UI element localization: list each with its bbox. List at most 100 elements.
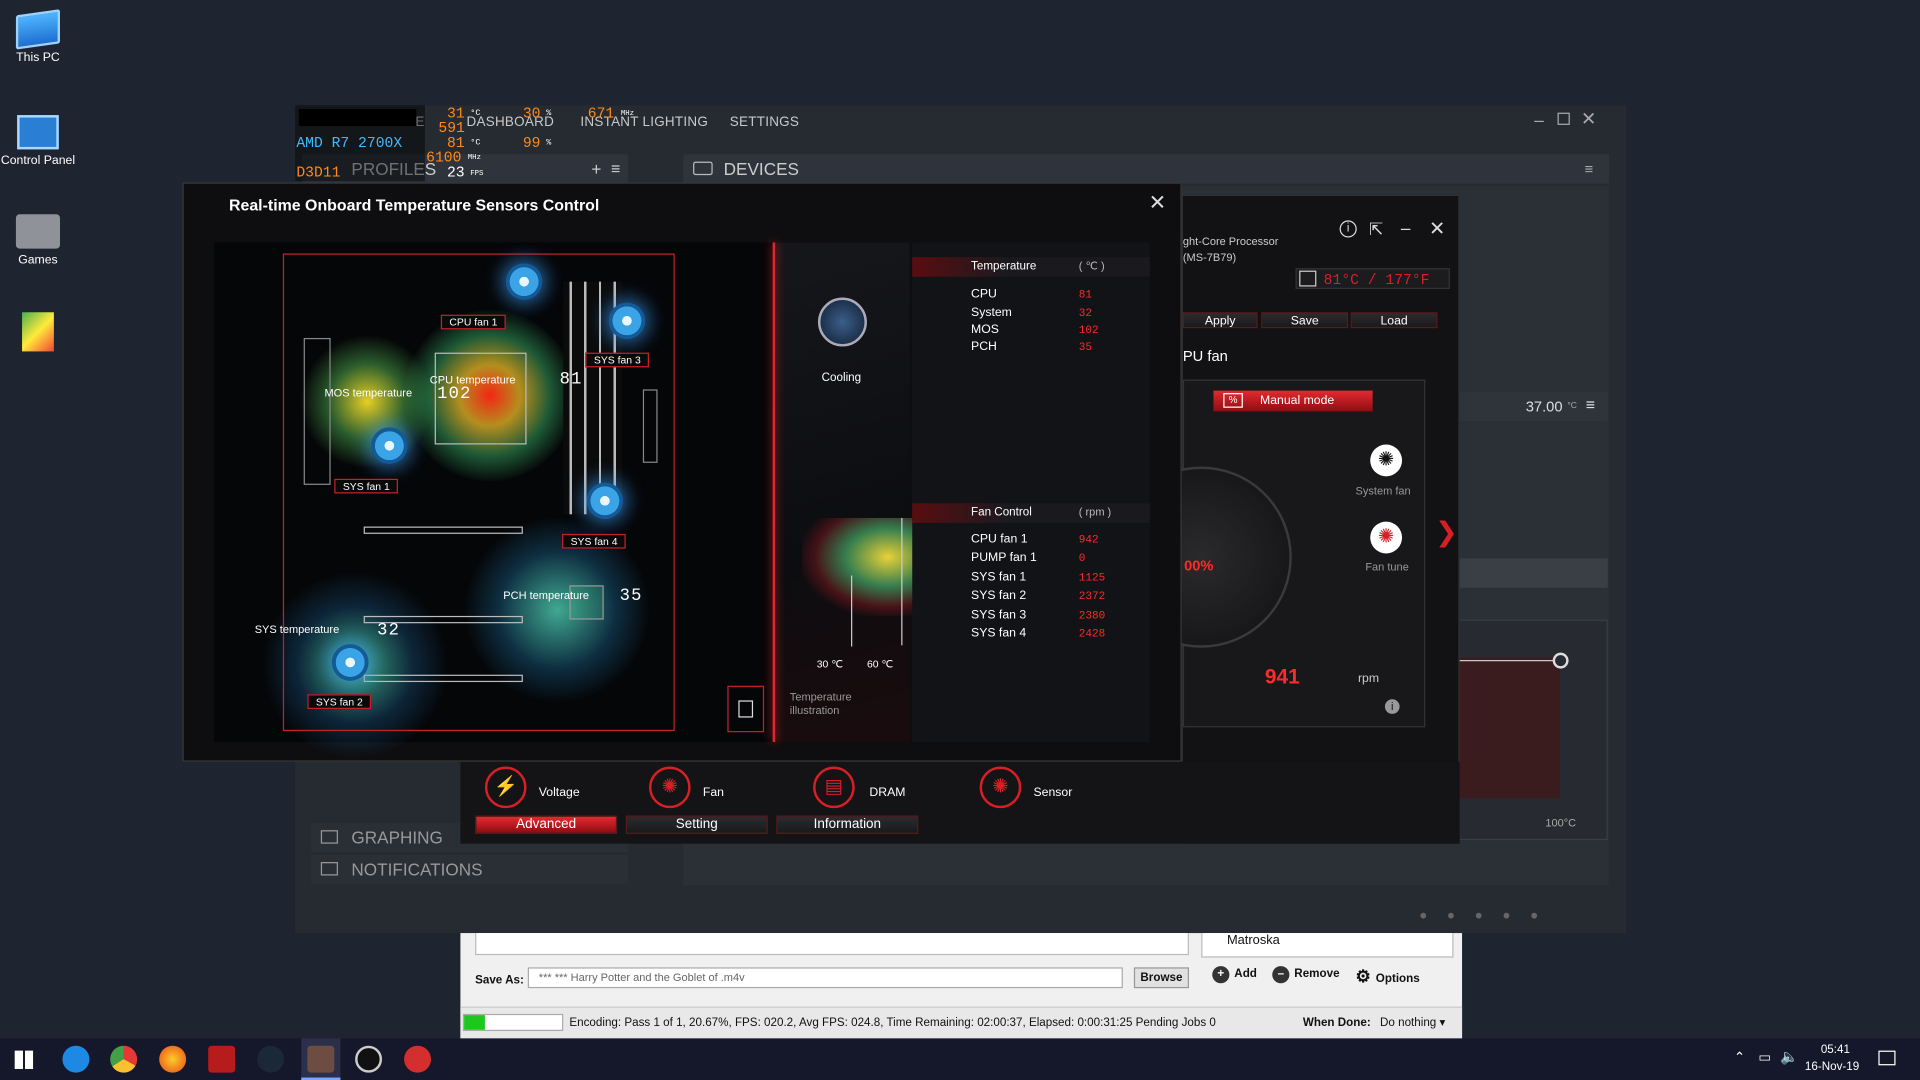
edit-icon[interactable] (1299, 270, 1317, 287)
desktop-icon-games[interactable]: Games (0, 214, 76, 267)
msi-afterburner-icon[interactable] (208, 1045, 236, 1073)
save-button[interactable]: Save (1261, 312, 1349, 329)
folder-icon (15, 214, 61, 249)
dialog-title: Real-time Onboard Temperature Sensors Co… (228, 195, 600, 215)
presets-list[interactable]: Matroska (1201, 933, 1454, 958)
sys-fan1-icon[interactable] (371, 427, 408, 465)
fan-val: 2372 (1078, 590, 1106, 603)
devices-label: DEVICES (723, 159, 799, 179)
add-profile-icon[interactable]: + (591, 154, 601, 183)
add-button[interactable]: + Add (1212, 966, 1257, 984)
remove-button[interactable]: – Remove (1272, 966, 1340, 984)
minimize-icon[interactable]: – (1534, 110, 1544, 130)
firefox-icon[interactable] (159, 1045, 187, 1073)
clock-date[interactable]: 16-Nov-19 (1805, 1060, 1859, 1073)
osd-unit: MHz (620, 108, 635, 118)
fan-header: Fan Control (971, 505, 1032, 520)
information-button[interactable]: Information (776, 815, 919, 834)
voltage-icon[interactable]: ⚡ (484, 766, 527, 809)
volume-icon[interactable]: 🔈 (1780, 1048, 1798, 1065)
temp-value: 37.00 (1525, 397, 1563, 416)
log-box (475, 933, 1189, 956)
sys-fan3-tag: SYS fan 3 (585, 352, 650, 368)
sys-temp-value: 32 (377, 620, 401, 641)
notifications-icon[interactable] (1878, 1050, 1896, 1066)
edge-icon[interactable] (62, 1045, 90, 1073)
fan-row: SYS fan 3 (971, 608, 1027, 623)
cooling-icon[interactable] (817, 297, 867, 347)
social-icons[interactable]: ●●●●● (1419, 909, 1558, 924)
close-icon[interactable]: ✕ (1429, 217, 1445, 241)
keyboard-icon (693, 161, 713, 176)
when-done-select[interactable]: Do nothing ▾ (1380, 1016, 1445, 1029)
taskbar-app-active[interactable] (301, 1038, 341, 1080)
menu-icon[interactable]: ≡ (1586, 396, 1595, 414)
setting-button[interactable]: Setting (625, 815, 768, 834)
processor-label: ght-Core Processor (1182, 235, 1279, 248)
info-icon[interactable]: i (1339, 220, 1357, 238)
fan-panel: % Manual mode 00% 941 rpm i ✺ System fan… (1110, 379, 1426, 728)
chrome-icon[interactable] (110, 1045, 138, 1073)
minimize-icon[interactable]: – (1401, 218, 1411, 238)
fan-val: 942 (1078, 533, 1099, 547)
clock-time[interactable]: 05:41 (1821, 1043, 1850, 1056)
nav-settings[interactable]: SETTINGS (730, 115, 799, 130)
info-icon[interactable]: i (1384, 699, 1400, 714)
temp-header: Temperature (971, 259, 1037, 274)
advanced-button[interactable]: Advanced (475, 815, 618, 834)
menu-icon[interactable]: ≡ (1585, 154, 1594, 183)
desktop-icon-control-panel[interactable]: Control Panel (0, 115, 76, 168)
network-icon[interactable]: ▭ (1758, 1049, 1771, 1066)
dram-icon[interactable]: ▤ (813, 766, 855, 809)
graph-icon (320, 830, 338, 844)
menu-icon[interactable]: ≡ (611, 154, 620, 183)
preset-matroska[interactable]: Matroska (1227, 933, 1280, 948)
curve-line (1459, 660, 1561, 662)
fan-tune-icon[interactable]: ✺ (1370, 521, 1403, 554)
load-button[interactable]: Load (1350, 312, 1438, 329)
temp-unit: °C (1567, 401, 1577, 411)
notifications-header[interactable]: NOTIFICATIONS (311, 854, 629, 885)
resize-icon[interactable]: ⇱ (1369, 219, 1383, 240)
sys-fan4-icon[interactable] (586, 482, 624, 520)
curve-handle[interactable] (1552, 652, 1569, 669)
rpm-unit: rpm (1357, 672, 1380, 686)
temp-row: 37.00 °C ≡ (1458, 391, 1608, 422)
windows-start-icon[interactable] (14, 1050, 34, 1069)
chevron-up-icon[interactable]: ⌃ (1734, 1049, 1745, 1066)
fan-row: SYS fan 1 (971, 570, 1027, 585)
sys-fan2-icon[interactable] (331, 644, 369, 681)
graphing-label: GRAPHING (351, 827, 443, 848)
sys-fan3-icon[interactable] (608, 302, 646, 340)
fan-curve-graph[interactable]: 100°C (1458, 619, 1608, 841)
close-icon[interactable]: ✕ (1581, 108, 1596, 130)
save-as-label: Save As: (475, 973, 524, 987)
system-fan-icon[interactable]: ✺ (1370, 444, 1403, 477)
save-as-input[interactable]: *** *** Harry Potter and the Goblet of .… (527, 967, 1123, 989)
cpu-fan1-icon[interactable] (505, 263, 543, 301)
remove-icon: – (1272, 966, 1290, 984)
chevron-right-icon[interactable]: ❯ (1435, 517, 1458, 549)
desktop-icon-this-pc[interactable]: This PC (0, 9, 76, 65)
msi-dragon-center-icon[interactable] (404, 1045, 432, 1073)
desktop-icon-map[interactable] (0, 312, 76, 356)
readings-table: Temperature ( ℃ ) CPU 81 System 32 MOS 1… (912, 242, 1150, 743)
fan-row: SYS fan 4 (971, 626, 1027, 641)
browse-button[interactable]: Browse (1133, 967, 1189, 989)
pch-temp-label: PCH temperature (503, 588, 590, 602)
close-icon[interactable]: ✕ (1149, 191, 1166, 215)
maximize-icon[interactable] (1557, 112, 1570, 125)
icue-icon[interactable] (355, 1045, 383, 1073)
legend-border (772, 242, 776, 743)
illustration-button[interactable] (727, 685, 765, 733)
manual-mode-button[interactable]: % Manual mode (1213, 390, 1373, 412)
sys-temp-label: SYS temperature (254, 623, 340, 636)
sensor-icon[interactable]: ✺ (979, 766, 1022, 809)
osd-api: D3D11 (296, 164, 341, 182)
fan-val: 0 (1078, 552, 1086, 565)
fan-icon[interactable]: ✺ (648, 766, 691, 809)
options-button[interactable]: ⚙ Options (1356, 966, 1420, 987)
apply-button[interactable]: Apply (1182, 312, 1258, 329)
msi-command-center-window: ght-Core Processor (MS-7B79) i ⇱ – ✕ 81°… (1110, 194, 1460, 844)
steam-icon[interactable] (257, 1045, 285, 1073)
